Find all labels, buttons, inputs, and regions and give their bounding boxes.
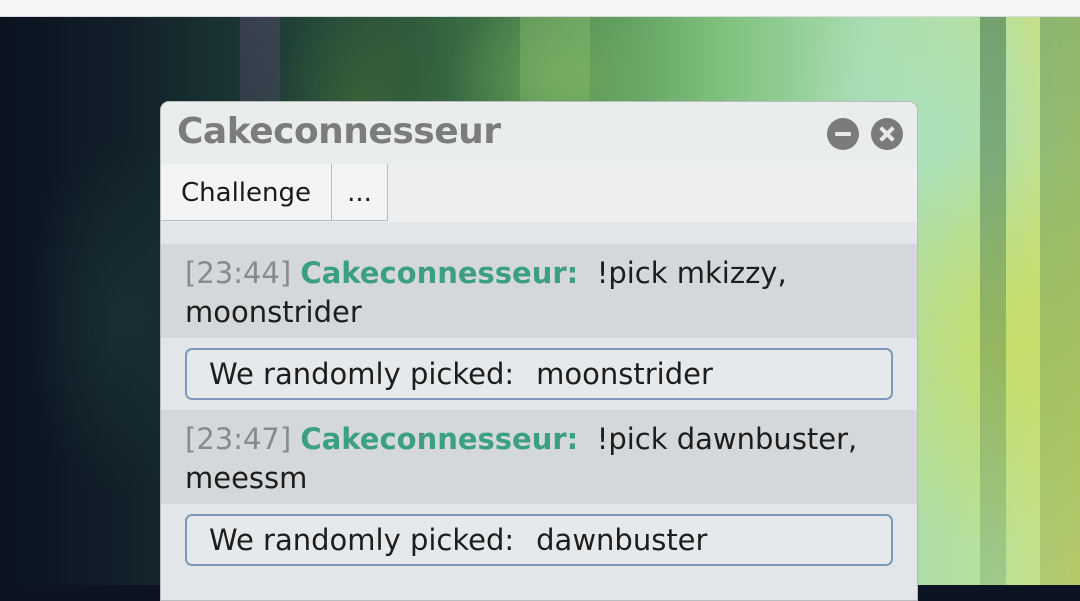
minimize-icon[interactable] — [827, 118, 859, 150]
chat-title-bar[interactable]: Cakeconnesseur — [161, 102, 917, 165]
message-username[interactable]: Cakeconnesseur: — [300, 256, 578, 290]
pick-result-box: We randomly picked: moonstrider — [185, 348, 893, 400]
close-icon[interactable] — [871, 118, 903, 150]
pick-result-label: We randomly picked: — [209, 523, 515, 557]
chat-title: Cakeconnesseur — [177, 111, 501, 152]
pick-result-box: We randomly picked: dawnbuster — [185, 514, 893, 566]
message-timestamp: [23:47] — [185, 422, 292, 456]
message-username[interactable]: Cakeconnesseur: — [300, 422, 578, 456]
chat-tab-row: Challenge ... — [161, 164, 917, 222]
browser-top-bar — [0, 0, 1080, 17]
more-options-button[interactable]: ... — [332, 164, 388, 221]
challenge-button[interactable]: Challenge — [161, 164, 332, 221]
pick-result-label: We randomly picked: — [209, 357, 515, 391]
message-text-continued: moonstrider — [185, 295, 362, 329]
message-text: !pick mkizzy, — [596, 256, 787, 290]
message-timestamp: [23:44] — [185, 256, 292, 290]
chat-message: [23:47] Cakeconnesseur: !pick dawnbuster… — [161, 410, 917, 504]
pick-result-value: moonstrider — [536, 357, 713, 391]
message-text: !pick dawnbuster, — [596, 422, 858, 456]
message-text-continued: meessm — [185, 461, 308, 495]
chat-window: Cakeconnesseur Challenge ... [23:44] Cak… — [160, 101, 918, 601]
chat-message: [23:44] Cakeconnesseur: !pick mkizzy, mo… — [161, 244, 917, 338]
pick-result-value: dawnbuster — [536, 523, 708, 557]
